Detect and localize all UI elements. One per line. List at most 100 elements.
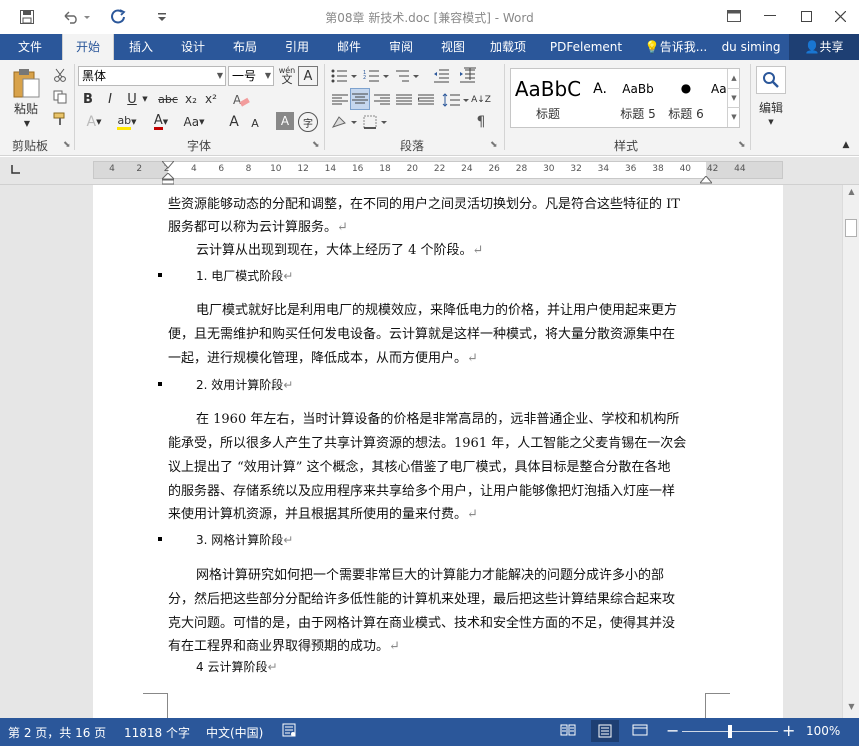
close-icon[interactable] [822,4,858,28]
clipboard-launcher-icon[interactable]: ⬊ [63,140,71,150]
scroll-thumb[interactable] [845,219,857,237]
paragraph-launcher-icon[interactable]: ⬊ [490,140,498,150]
more-styles-icon[interactable]: ▼ [728,107,740,126]
shrink-font-button[interactable]: A [246,114,264,132]
char-border-button[interactable]: A [298,66,318,86]
zoom-out-icon[interactable]: − [666,721,679,740]
numbering-icon[interactable]: 12 [362,66,390,86]
tab-addins[interactable]: 加载项 [482,34,534,60]
style-heading[interactable]: AaBbC 标题 [511,69,585,127]
tab-references[interactable]: 引用 [274,34,320,60]
change-case-button[interactable]: Aa ▼ [180,112,208,132]
shading-icon[interactable] [330,112,358,132]
chinese-layout-icon[interactable] [460,64,480,84]
read-mode-icon[interactable] [560,723,576,740]
scroll-down-icon[interactable]: ▼ [843,702,859,716]
web-layout-icon[interactable] [632,723,648,740]
chevron-up-icon[interactable]: ▲ [728,69,740,88]
line-spacing-icon[interactable] [440,90,472,110]
zoom-level[interactable]: 100% [806,724,840,738]
text-effects-icon[interactable]: A ▼ [80,112,108,132]
bold-button[interactable]: B [80,90,96,108]
tab-file[interactable]: 文件 [0,34,60,60]
italic-button[interactable]: I [102,90,118,108]
horizontal-ruler[interactable]: 4 2 2 4 6 8 10 12 14 16 18 20 22 24 26 28 30 32 34 36 38 40 42… [93,161,783,179]
distributed-icon[interactable] [416,90,436,110]
chevron-down-icon[interactable]: ▼ [728,88,740,107]
font-color-icon[interactable]: A ▼ [146,112,176,132]
tab-pdfelement[interactable]: PDFelement [540,34,632,60]
tab-mailings[interactable]: 邮件 [326,34,372,60]
style-heading-5[interactable]: AaBb 标题 5 [615,69,661,127]
tab-home[interactable]: 开始 [62,34,114,61]
align-left-icon[interactable] [330,90,350,110]
ruler-tick-label: 4 [191,164,197,174]
copy-icon[interactable] [50,88,70,106]
strikethrough-button[interactable]: abc [156,90,180,108]
superscript-button[interactable]: x² [202,90,220,108]
tab-insert[interactable]: 插入 [118,34,164,60]
clear-formatting-icon[interactable]: A [230,90,252,110]
tab-review[interactable]: 审阅 [378,34,424,60]
bullets-icon[interactable] [330,66,358,86]
group-label-styles: 样式 [613,139,638,153]
style-item-2[interactable]: A. [585,69,615,127]
paragraph-mark-icon[interactable]: ¶ [470,112,492,132]
editing-button[interactable]: 编辑 [752,98,790,116]
vertical-scrollbar[interactable]: ▲ ▼ [842,185,859,718]
word-count[interactable]: 11818 个字 [124,724,190,741]
styles-launcher-icon[interactable]: ⬊ [738,140,746,150]
font-size-select[interactable]: 一号 ▼ [228,66,274,86]
zoom-slider-thumb[interactable] [728,725,732,738]
collapse-ribbon-icon[interactable]: ▲ [838,138,854,152]
tell-me[interactable]: 💡告诉我... [640,34,712,60]
language[interactable]: 中文(中国) [206,724,263,741]
zoom-in-icon[interactable]: + [782,721,795,740]
print-layout-icon[interactable] [591,720,619,742]
ruler-tick-label: 2 [136,164,143,174]
grow-font-button[interactable]: A [224,112,244,132]
enclose-characters-button[interactable]: 字 [298,112,318,132]
group-label-paragraph: 段落 [399,139,424,153]
minimize-icon[interactable] [752,4,788,28]
macro-record-icon[interactable] [282,723,296,740]
paste-dropdown-icon[interactable]: ▼ [12,118,42,128]
page-count[interactable]: 第 2 页，共 16 页 [8,724,106,741]
subscript-button[interactable]: x₂ [182,90,200,108]
share-button[interactable]: 👤共享 [789,34,859,60]
paste-icon[interactable] [6,66,46,100]
chevron-down-icon[interactable]: ▼ [140,90,150,108]
tab-selector-icon[interactable] [8,163,24,179]
ribbon-display-icon[interactable] [716,4,752,28]
paste-label[interactable]: 粘贴 [6,100,46,116]
underline-button[interactable]: U [124,90,140,108]
tab-layout[interactable]: 布局 [222,34,268,60]
character-shading-button[interactable]: A [276,112,294,130]
search-icon[interactable] [756,66,786,94]
multilevel-list-icon[interactable] [394,66,422,86]
highlight-icon[interactable]: ab ▼ [112,112,142,132]
sort-button[interactable]: A↓Z [470,90,492,110]
align-right-icon[interactable] [372,90,392,110]
font-name-select[interactable]: 黑体 ▼ [78,66,226,86]
decrease-indent-icon[interactable] [430,66,452,86]
user-name[interactable]: du siming [716,34,786,60]
list-item: 1. 电厂模式阶段↵ [196,269,294,283]
font-launcher-icon[interactable]: ⬊ [312,140,320,150]
first-line-indent-icon[interactable] [160,158,176,172]
cut-icon[interactable] [50,66,70,84]
crop-mark [705,693,730,718]
format-painter-icon[interactable] [50,110,70,128]
borders-icon[interactable] [362,112,390,132]
tab-view[interactable]: 视图 [430,34,476,60]
scroll-up-icon[interactable]: ▲ [843,187,859,201]
chevron-down-icon[interactable]: ▼ [752,116,790,128]
align-center-icon[interactable] [350,88,370,110]
style-heading-6[interactable]: ● 标题 6 [661,69,711,127]
tab-design[interactable]: 设计 [170,34,216,60]
justify-icon[interactable] [394,90,414,110]
phonetic-guide-button[interactable]: wén 文 [276,64,298,86]
maximize-icon[interactable] [788,4,824,28]
style-item-5[interactable]: AaE [711,69,727,127]
ruler-tick-label: 18 [379,164,391,174]
